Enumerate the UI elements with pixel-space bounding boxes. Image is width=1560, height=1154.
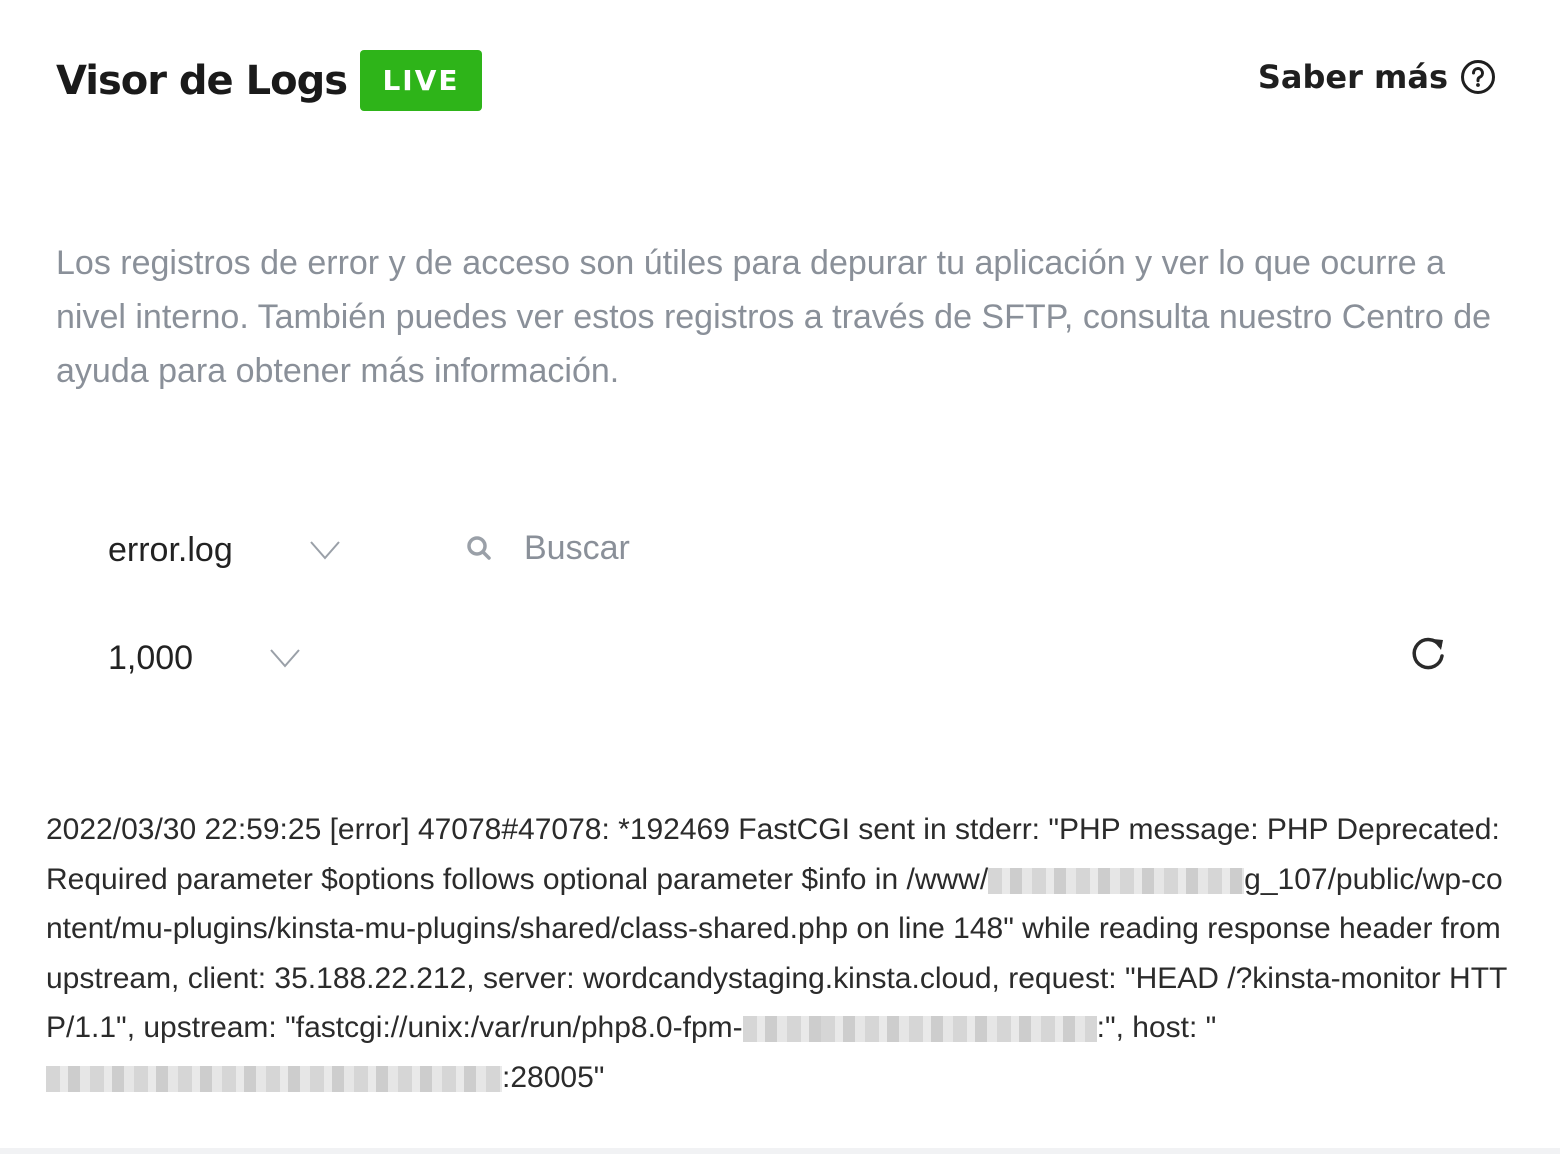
chevron-down-icon xyxy=(270,649,300,668)
redacted-block xyxy=(46,1066,502,1093)
lines-count-select[interactable]: 1,000 xyxy=(108,628,301,688)
divider xyxy=(0,1148,1560,1154)
learn-more-link[interactable]: Saber más xyxy=(1258,58,1496,96)
log-text-part: :28005" xyxy=(502,1060,605,1094)
question-circle-icon xyxy=(1461,60,1495,94)
redacted-block xyxy=(742,1016,821,1043)
refresh-icon[interactable] xyxy=(1408,634,1448,674)
chevron-down-icon xyxy=(309,541,340,560)
search-box xyxy=(466,520,1124,576)
learn-more-label: Saber más xyxy=(1257,58,1448,96)
search-icon xyxy=(467,536,491,560)
log-file-select[interactable]: error.log xyxy=(108,520,341,580)
log-viewer-page: Visor de Logs LIVE Saber más Los registr… xyxy=(0,0,1560,1154)
redacted-block xyxy=(820,1016,1097,1043)
live-badge: LIVE xyxy=(360,50,482,111)
search-input[interactable] xyxy=(524,528,1124,568)
lines-count-value: 1,000 xyxy=(108,638,194,677)
description-text: Los registros de error y de acceso son ú… xyxy=(56,244,1492,390)
redacted-block xyxy=(988,867,1245,894)
page-title: Visor de Logs xyxy=(56,58,348,104)
log-file-value: error.log xyxy=(108,530,233,569)
log-output: 2022/03/30 22:59:25 [error] 47078#47078:… xyxy=(46,805,1512,1103)
log-text-part: :", host: " xyxy=(1096,1011,1217,1045)
